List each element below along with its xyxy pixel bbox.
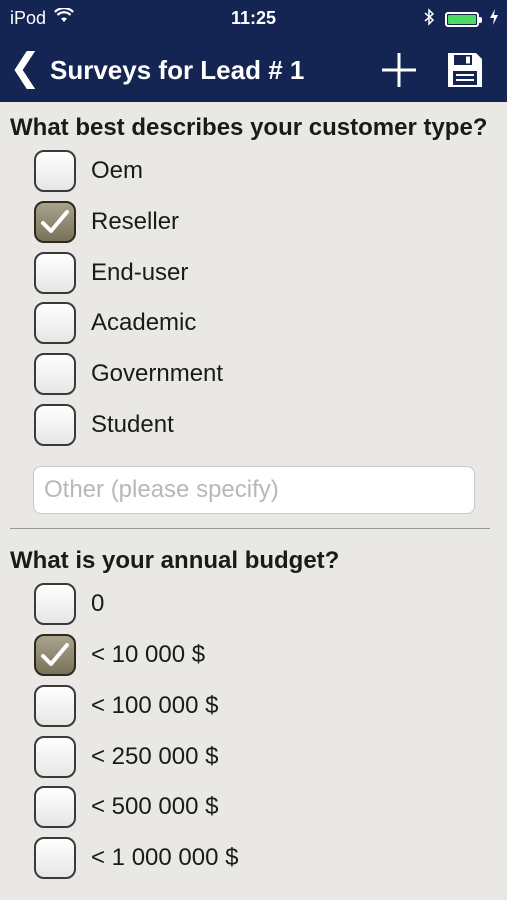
checkmark-icon <box>41 210 69 234</box>
option-row[interactable]: < 100 000 $ <box>10 681 497 732</box>
chevron-left-icon: ❮ <box>9 45 41 89</box>
option-label: 0 <box>91 590 105 618</box>
option-row[interactable]: Student <box>10 399 497 450</box>
checkbox[interactable] <box>34 201 76 244</box>
option-row[interactable]: < 10 000 $ <box>10 630 497 681</box>
option-row[interactable]: 0 <box>10 579 497 630</box>
checkbox[interactable] <box>34 684 76 727</box>
checkbox[interactable] <box>34 403 76 446</box>
option-label: Oem <box>91 157 144 185</box>
option-row[interactable]: < 250 000 $ <box>10 731 497 782</box>
navigation-bar: ❮ Surveys for Lead # 1 <box>0 38 507 102</box>
option-row[interactable]: Oem <box>10 146 497 197</box>
option-row[interactable]: Academic <box>10 298 497 349</box>
checkbox[interactable] <box>34 786 76 829</box>
question-title: What is your annual budget? <box>10 547 340 575</box>
other-specify-input[interactable] <box>33 466 475 515</box>
option-label: < 100 000 $ <box>91 691 219 719</box>
checkbox[interactable] <box>34 583 76 626</box>
checkbox[interactable] <box>34 302 76 345</box>
option-label: Student <box>91 410 174 438</box>
bluetooth-icon <box>423 8 435 31</box>
floppy-disk-icon <box>448 53 482 87</box>
charging-icon <box>489 9 499 30</box>
add-button[interactable] <box>375 46 423 94</box>
question-options: 0 < 10 000 $ < 100 000 $ < 250 000 $ < 5… <box>10 579 497 883</box>
battery-icon <box>445 12 482 27</box>
question-title: What best describes your customer type? <box>10 114 488 141</box>
question-options: Oem Reseller End-user Academic Governmen… <box>10 146 497 450</box>
checkbox[interactable] <box>34 353 76 396</box>
page-title: Surveys for Lead # 1 <box>50 54 305 85</box>
checkbox[interactable] <box>34 251 76 294</box>
option-row[interactable]: End-user <box>10 247 497 298</box>
option-label: Reseller <box>91 208 180 236</box>
option-row[interactable]: < 1 000 000 $ <box>10 833 497 884</box>
option-row[interactable]: Reseller <box>10 197 497 248</box>
checkbox[interactable] <box>34 150 76 193</box>
status-bar: iPod 11:25 <box>0 0 507 38</box>
checkbox[interactable] <box>34 735 76 778</box>
option-row[interactable]: Government <box>10 349 497 400</box>
plus-icon <box>382 53 416 87</box>
survey-content: What best describes your customer type? … <box>0 112 507 883</box>
option-label: Academic <box>91 309 197 337</box>
divider <box>10 528 490 530</box>
option-label: < 500 000 $ <box>91 793 219 821</box>
option-label: Government <box>91 360 224 388</box>
option-label: < 10 000 $ <box>91 641 206 669</box>
option-label: End-user <box>91 258 189 286</box>
option-label: < 250 000 $ <box>91 742 219 770</box>
checkmark-icon <box>41 643 69 667</box>
save-button[interactable] <box>441 46 489 94</box>
option-row[interactable]: < 500 000 $ <box>10 782 497 833</box>
option-label: < 1 000 000 $ <box>91 843 239 871</box>
checkbox[interactable] <box>34 634 76 677</box>
checkbox[interactable] <box>34 836 76 879</box>
back-button[interactable]: ❮ <box>0 45 50 89</box>
